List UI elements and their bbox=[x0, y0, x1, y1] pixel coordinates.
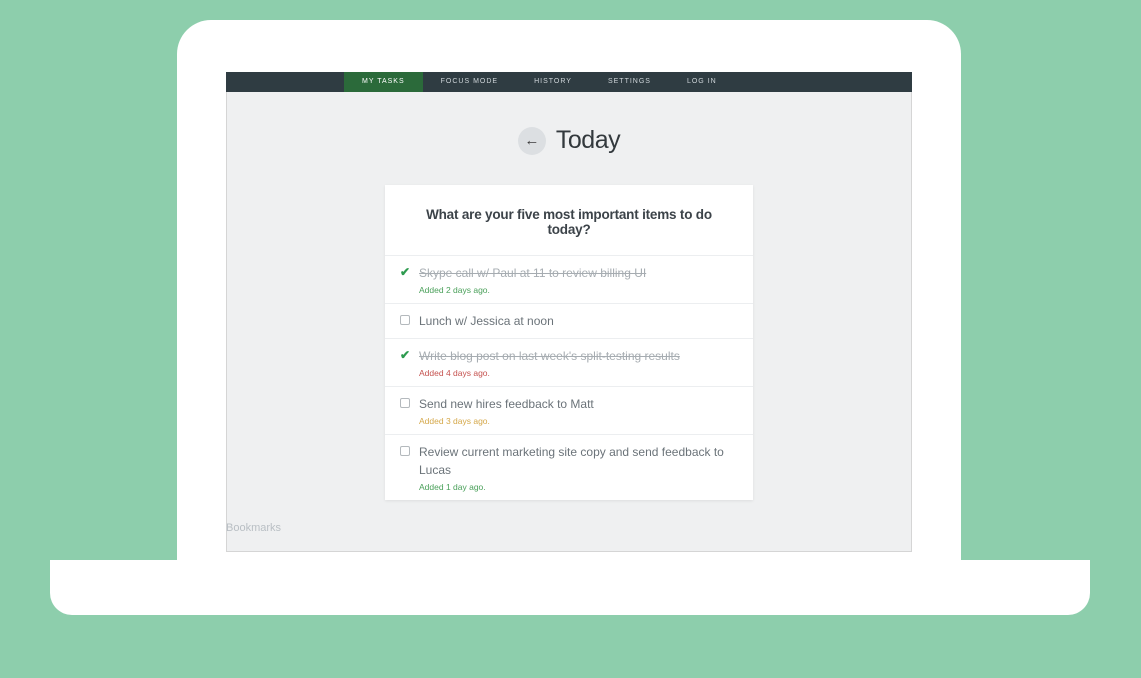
checkbox-icon bbox=[400, 315, 410, 325]
task-row[interactable]: Review current marketing site copy and s… bbox=[385, 434, 753, 500]
task-body: Write blog post on last week's split-tes… bbox=[419, 347, 735, 378]
arrow-left-icon: ← bbox=[524, 132, 539, 149]
back-button[interactable]: ← bbox=[518, 127, 546, 155]
task-text: Skype call w/ Paul at 11 to review billi… bbox=[419, 264, 735, 282]
task-text: Send new hires feedback to Matt bbox=[419, 395, 735, 413]
task-text: Write blog post on last week's split-tes… bbox=[419, 347, 735, 365]
nav-my-tasks[interactable]: MY TASKS bbox=[344, 72, 423, 92]
check-icon: ✔ bbox=[400, 265, 410, 279]
checkbox-icon bbox=[400, 398, 410, 408]
card-prompt: What are your five most important items … bbox=[385, 185, 753, 255]
task-checkbox[interactable]: ✔ bbox=[399, 266, 411, 278]
nav-focus-mode[interactable]: FOCUS MODE bbox=[423, 72, 516, 92]
task-body: Send new hires feedback to Matt Added 3 … bbox=[419, 395, 735, 426]
nav-settings[interactable]: SETTINGS bbox=[590, 72, 669, 92]
check-icon: ✔ bbox=[400, 348, 410, 362]
task-row[interactable]: ✔ Skype call w/ Paul at 11 to review bil… bbox=[385, 255, 753, 303]
task-row[interactable]: Lunch w/ Jessica at noon bbox=[385, 303, 753, 338]
task-body: Lunch w/ Jessica at noon bbox=[419, 312, 735, 330]
task-row[interactable]: ✔ Write blog post on last week's split-t… bbox=[385, 338, 753, 386]
task-checkbox[interactable] bbox=[399, 314, 411, 326]
laptop-base bbox=[50, 560, 1090, 615]
task-meta: Added 4 days ago. bbox=[419, 368, 735, 378]
tasks-card: What are your five most important items … bbox=[385, 185, 753, 500]
page-title: Today bbox=[556, 126, 620, 155]
task-checkbox[interactable]: ✔ bbox=[399, 349, 411, 361]
nav-log-in[interactable]: LOG IN bbox=[669, 72, 735, 92]
task-meta: Added 2 days ago. bbox=[419, 285, 735, 295]
task-row[interactable]: Send new hires feedback to Matt Added 3 … bbox=[385, 386, 753, 434]
task-checkbox[interactable] bbox=[399, 397, 411, 409]
task-text: Lunch w/ Jessica at noon bbox=[419, 312, 735, 330]
task-text: Review current marketing site copy and s… bbox=[419, 443, 735, 479]
page-header: ← Today bbox=[226, 126, 912, 155]
top-nav: MY TASKS FOCUS MODE HISTORY SETTINGS LOG… bbox=[226, 72, 912, 92]
nav-history[interactable]: HISTORY bbox=[516, 72, 590, 92]
bookmarks-label: Bookmarks bbox=[226, 522, 281, 534]
checkbox-icon bbox=[400, 446, 410, 456]
app-screen: MY TASKS FOCUS MODE HISTORY SETTINGS LOG… bbox=[226, 72, 912, 552]
task-checkbox[interactable] bbox=[399, 445, 411, 457]
task-meta: Added 1 day ago. bbox=[419, 482, 735, 492]
task-body: Skype call w/ Paul at 11 to review billi… bbox=[419, 264, 735, 295]
task-meta: Added 3 days ago. bbox=[419, 416, 735, 426]
task-body: Review current marketing site copy and s… bbox=[419, 443, 735, 492]
